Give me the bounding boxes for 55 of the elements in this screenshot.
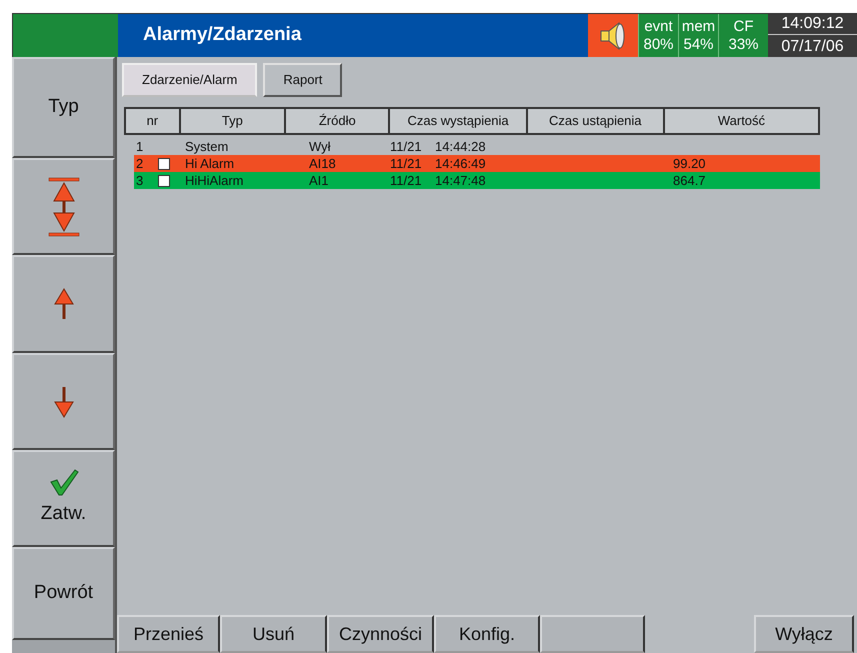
- alarm-source: AI18: [309, 157, 337, 170]
- occurrence-time: 14:44:28: [435, 140, 487, 153]
- toolbar-button[interactable]: Przenieś: [117, 615, 220, 653]
- stat-value: 33%: [728, 36, 759, 54]
- tab[interactable]: Zdarzenie/Alarm: [122, 63, 258, 97]
- side-button[interactable]: Powrót: [12, 547, 115, 640]
- up-button[interactable]: [12, 255, 115, 353]
- range-button[interactable]: [12, 158, 115, 255]
- table-row[interactable]: 3 HiHiAlarm AI1 11/21 14:47:48 864.7: [134, 172, 820, 189]
- row-checkbox[interactable]: [158, 158, 170, 170]
- column-header[interactable]: nr: [126, 109, 179, 133]
- tab[interactable]: Raport: [263, 63, 342, 97]
- arrow-up-icon: [54, 288, 74, 320]
- side-button[interactable]: Typ: [12, 57, 115, 158]
- arrow-down-icon: [54, 386, 74, 418]
- stat-label: mem: [682, 18, 716, 36]
- column-header[interactable]: Czas wystąpienia: [388, 109, 526, 133]
- speaker-icon[interactable]: [599, 20, 627, 50]
- alarm-type: Hi Alarm: [185, 157, 236, 170]
- column-header[interactable]: Wartość: [662, 109, 818, 133]
- occurrence-date: 11/21: [389, 174, 423, 187]
- table-row[interactable]: 2 Hi Alarm AI18 11/21 14:46:49 99.20: [134, 155, 820, 172]
- column-header[interactable]: Czas ustąpienia: [526, 109, 663, 133]
- down-button[interactable]: [12, 353, 115, 450]
- occurrence-date: 11/21: [389, 140, 423, 153]
- alarm-type: HiHiAlarm: [185, 174, 244, 187]
- alarm-source: AI1: [309, 174, 330, 187]
- stat-label: CF: [734, 18, 754, 36]
- clock-date: 07/17/06: [780, 37, 845, 57]
- alarm-type: System: [185, 140, 230, 153]
- window-title: Alarmy/Zdarzenia: [143, 23, 302, 48]
- stat-value: 80%: [643, 36, 674, 54]
- occurrence-time: 14:47:48: [435, 174, 487, 187]
- occurrence-date: 11/21: [389, 157, 423, 170]
- toolbar-button[interactable]: Wyłącz: [754, 615, 854, 653]
- stat-value: 54%: [683, 36, 714, 54]
- toolbar-button[interactable]: Konfig.: [434, 615, 540, 653]
- row-number: 2: [135, 157, 144, 170]
- row-checkbox[interactable]: [158, 174, 170, 186]
- clock-time: 14:09:12: [768, 14, 857, 35]
- toolbar-button[interactable]: Czynności: [327, 615, 434, 653]
- table-row[interactable]: 1 System Wył 11/21 14:44:28: [134, 138, 820, 155]
- row-number: 3: [135, 174, 144, 187]
- row-number: 1: [135, 140, 144, 153]
- column-header[interactable]: Typ: [178, 109, 284, 133]
- alarm-source: Wył: [309, 140, 332, 153]
- checkmark-icon: [48, 468, 78, 496]
- alarm-value: 864.7: [673, 174, 706, 187]
- confirm-button[interactable]: Zatw.: [12, 450, 115, 547]
- occurrence-time: 14:46:49: [435, 157, 487, 170]
- column-header[interactable]: Źródło: [284, 109, 388, 133]
- toolbar-button[interactable]: Usuń: [220, 615, 327, 653]
- stat-label: evnt: [644, 18, 673, 36]
- expand-range-icon: [46, 176, 80, 236]
- alarm-value: 99.20: [673, 157, 706, 170]
